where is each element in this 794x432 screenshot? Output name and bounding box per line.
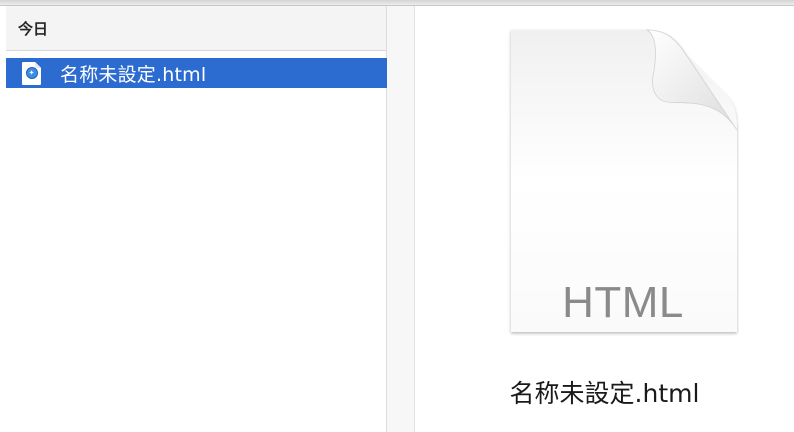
compass-icon: ✦ xyxy=(25,67,38,79)
preview-pane: HTML 名称未設定.html xyxy=(415,6,794,432)
file-type-label: HTML xyxy=(562,278,684,327)
preview-file-name: 名称未設定.html xyxy=(509,379,700,408)
group-header-label: 今日 xyxy=(18,19,49,38)
file-row-selected[interactable]: ✦ 名称未設定.html xyxy=(6,58,387,88)
html-file-icon: ✦ xyxy=(22,61,41,85)
column-divider[interactable] xyxy=(387,6,415,432)
file-list-sidebar: 今日 ✦ 名称未設定.html xyxy=(6,6,387,432)
group-header-today: 今日 xyxy=(6,6,386,51)
document-icon: HTML xyxy=(507,26,739,336)
file-row-name: 名称未設定.html xyxy=(60,63,207,86)
